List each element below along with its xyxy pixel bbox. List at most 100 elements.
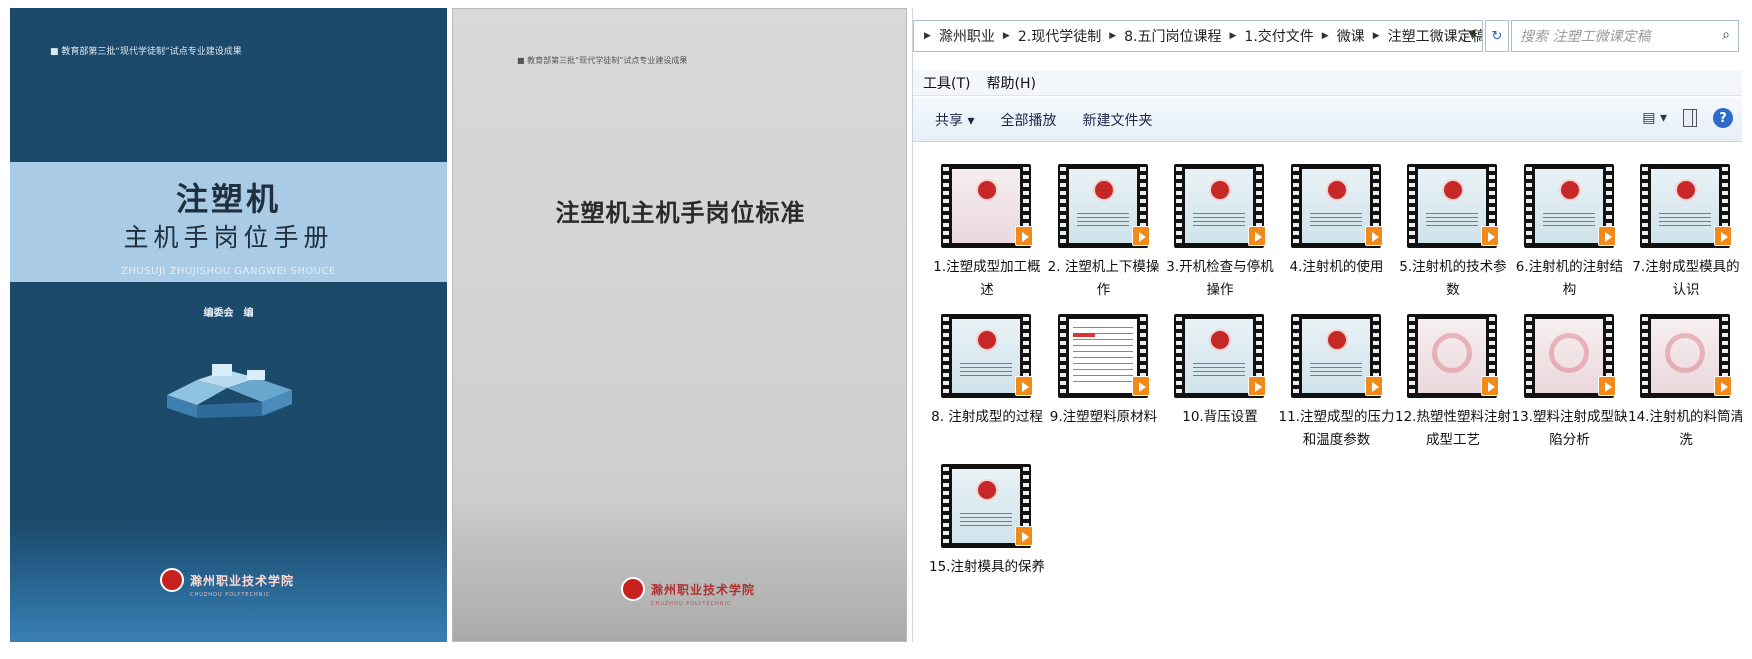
chevron-right-icon[interactable]: ▶ bbox=[1373, 31, 1380, 41]
video-file-item[interactable]: 13.塑料注射成型缺陷分析 bbox=[1512, 314, 1627, 454]
caption-lines bbox=[1193, 213, 1245, 227]
thumbnail-frame bbox=[1301, 319, 1370, 393]
play-icon bbox=[1015, 226, 1033, 246]
file-label[interactable]: 15.注射模具的保养 bbox=[929, 556, 1045, 579]
file-label[interactable]: 3.开机检查与停机操作 bbox=[1162, 256, 1278, 302]
swirl-graphic bbox=[1665, 333, 1705, 373]
school-emblem-icon bbox=[976, 329, 998, 351]
breadcrumb-item[interactable]: 1.交付文件 bbox=[1244, 26, 1313, 46]
video-file-item[interactable]: 3.开机检查与停机操作 bbox=[1162, 164, 1274, 304]
file-label[interactable]: 11.注塑成型的压力和温度参数 bbox=[1279, 406, 1395, 452]
video-file-item[interactable]: 7.注射成型模具的认识 bbox=[1628, 164, 1740, 304]
video-file-item[interactable]: 5.注射机的技术参数 bbox=[1395, 164, 1507, 304]
play-icon bbox=[1015, 526, 1033, 546]
refresh-button[interactable]: ↻ bbox=[1485, 20, 1509, 52]
play-all-button[interactable]: 全部播放 bbox=[1000, 110, 1056, 130]
video-file-item[interactable]: 9.注塑塑料原材料 bbox=[1046, 314, 1157, 454]
thumbnail-frame bbox=[952, 319, 1020, 393]
video-file-item[interactable]: 4.注射机的使用 bbox=[1279, 164, 1383, 304]
school-emblem-icon bbox=[1092, 179, 1115, 201]
play-icon bbox=[1131, 226, 1150, 246]
new-folder-button[interactable]: 新建文件夹 bbox=[1082, 110, 1152, 130]
video-file-item[interactable]: 6.注射机的注射结构 bbox=[1512, 164, 1623, 304]
thumbnail-frame bbox=[952, 469, 1020, 543]
video-file-item[interactable]: 1.注塑成型加工概述 bbox=[929, 164, 1041, 304]
school-name-en: CHUZHOU POLYTECHNIC bbox=[651, 601, 732, 607]
thumbnail-frame bbox=[1068, 169, 1137, 243]
video-file-item[interactable]: 8. 注射成型的过程 bbox=[929, 314, 1043, 454]
breadcrumb[interactable]: ▶ 滁州职业 ▶ 2.现代学徒制 ▶ 8.五门岗位课程 ▶ 1.交付文件 ▶ 微… bbox=[913, 20, 1483, 52]
thumbnail-frame bbox=[952, 169, 1020, 243]
file-label[interactable]: 13.塑料注射成型缺陷分析 bbox=[1512, 406, 1628, 452]
breadcrumb-item[interactable]: 滁州职业 bbox=[939, 26, 995, 46]
file-label[interactable]: 7.注射成型模具的认识 bbox=[1628, 256, 1742, 302]
file-label[interactable]: 14.注射机的料筒清洗 bbox=[1628, 406, 1742, 452]
caption-lines bbox=[1542, 213, 1595, 227]
chevron-right-icon[interactable]: ▶ bbox=[1229, 31, 1236, 41]
search-icon[interactable]: ⌕ bbox=[1722, 27, 1730, 43]
file-label[interactable]: 1.注塑成型加工概述 bbox=[929, 256, 1045, 302]
caption-lines bbox=[960, 513, 1012, 527]
chevron-right-icon[interactable]: ▶ bbox=[1003, 31, 1010, 41]
file-label[interactable]: 5.注射机的技术参数 bbox=[1395, 256, 1511, 302]
help-icon[interactable]: ? bbox=[1713, 108, 1733, 128]
file-label[interactable]: 10.背压设置 bbox=[1162, 406, 1278, 429]
menu-bar: 工具(T) 帮助(H) bbox=[913, 70, 1742, 96]
search-placeholder: 搜索 注塑工微课定稿 bbox=[1520, 29, 1651, 45]
video-file-item[interactable]: 14.注射机的料筒清洗 bbox=[1628, 314, 1742, 454]
thumbnail-frame bbox=[1301, 169, 1370, 243]
book-cover-manual: ■ 教育部第三批“现代学徒制”试点专业建设成果 注塑机 主机手岗位手册 ZHUS… bbox=[10, 8, 447, 642]
school-logo: 滁州职业技术学院 CHUZHOU POLYTECHNIC bbox=[621, 577, 756, 607]
play-icon bbox=[1481, 226, 1499, 246]
file-label[interactable]: 2. 注塑机上下模操作 bbox=[1046, 256, 1162, 302]
menu-tools[interactable]: 工具(T) bbox=[923, 73, 970, 93]
chevron-right-icon[interactable]: ▶ bbox=[1322, 31, 1329, 41]
school-emblem-icon bbox=[1209, 329, 1231, 351]
breadcrumb-item[interactable]: 8.五门岗位课程 bbox=[1124, 26, 1221, 46]
cover-subtitle: 主机手岗位手册 bbox=[123, 223, 334, 252]
video-file-item[interactable]: 12.热塑性塑料注射成型工艺 bbox=[1395, 314, 1511, 454]
video-file-item[interactable]: 11.注塑成型的压力和温度参数 bbox=[1279, 314, 1394, 454]
play-icon bbox=[1248, 376, 1266, 396]
cover-title: 注塑机主机手岗位标准 bbox=[555, 198, 806, 227]
breadcrumb-item[interactable]: 微课 bbox=[1337, 26, 1365, 46]
play-icon bbox=[1364, 226, 1383, 246]
doc-heading bbox=[1072, 333, 1095, 337]
chevron-right-icon[interactable]: ▶ bbox=[924, 31, 931, 41]
file-label[interactable]: 9.注塑塑料原材料 bbox=[1046, 406, 1162, 429]
menu-help[interactable]: 帮助(H) bbox=[986, 73, 1035, 93]
file-label[interactable]: 8. 注射成型的过程 bbox=[929, 406, 1045, 429]
play-icon bbox=[1364, 376, 1383, 396]
cover-title: 注塑机 bbox=[175, 180, 281, 218]
video-file-item[interactable]: 10.背压设置 bbox=[1162, 314, 1266, 454]
chevron-right-icon[interactable]: ▶ bbox=[1109, 31, 1116, 41]
thumbnail-frame bbox=[1068, 319, 1137, 393]
video-file-item[interactable]: 2. 注塑机上下模操作 bbox=[1046, 164, 1159, 304]
view-options-icon[interactable]: ▤ ▾ bbox=[1642, 110, 1667, 126]
play-icon bbox=[1714, 226, 1732, 246]
school-emblem-icon bbox=[1675, 179, 1697, 201]
file-label[interactable]: 4.注射机的使用 bbox=[1279, 256, 1395, 279]
file-label[interactable]: 12.热塑性塑料注射成型工艺 bbox=[1395, 406, 1511, 452]
school-seal-icon bbox=[621, 577, 645, 601]
caption-lines bbox=[1076, 213, 1129, 227]
school-emblem-icon bbox=[1209, 179, 1231, 201]
share-button[interactable]: 共享 ▾ bbox=[935, 110, 974, 130]
preview-pane-icon[interactable] bbox=[1683, 109, 1697, 127]
file-label[interactable]: 6.注射机的注射结构 bbox=[1512, 256, 1628, 302]
search-input[interactable]: 搜索 注塑工微课定稿 ⌕ bbox=[1511, 20, 1739, 52]
chevron-down-icon[interactable]: ▼ bbox=[1468, 29, 1476, 40]
breadcrumb-item[interactable]: 2.现代学徒制 bbox=[1018, 26, 1101, 46]
file-grid: 1.注塑成型加工概述 2. 注塑机上下模操作 3.开机检查与停机操作 4.注射机的使用… bbox=[929, 164, 1742, 634]
video-file-item[interactable]: 15.注射模具的保养 bbox=[929, 464, 1045, 604]
caption-lines bbox=[960, 363, 1012, 377]
school-emblem-icon bbox=[976, 179, 998, 201]
thumbnail-frame bbox=[1534, 169, 1603, 243]
file-explorer-window: ▶ 滁州职业 ▶ 2.现代学徒制 ▶ 8.五门岗位课程 ▶ 1.交付文件 ▶ 微… bbox=[912, 8, 1742, 642]
play-icon bbox=[1597, 376, 1616, 396]
swirl-graphic bbox=[1432, 333, 1472, 373]
thumbnail-frame bbox=[1651, 319, 1719, 393]
address-bar: ▶ 滁州职业 ▶ 2.现代学徒制 ▶ 8.五门岗位课程 ▶ 1.交付文件 ▶ 微… bbox=[913, 20, 1742, 60]
cover-tagline: ■ 教育部第三批“现代学徒制”试点专业建设成果 bbox=[50, 47, 242, 57]
school-name: 滁州职业技术学院 bbox=[651, 582, 756, 597]
